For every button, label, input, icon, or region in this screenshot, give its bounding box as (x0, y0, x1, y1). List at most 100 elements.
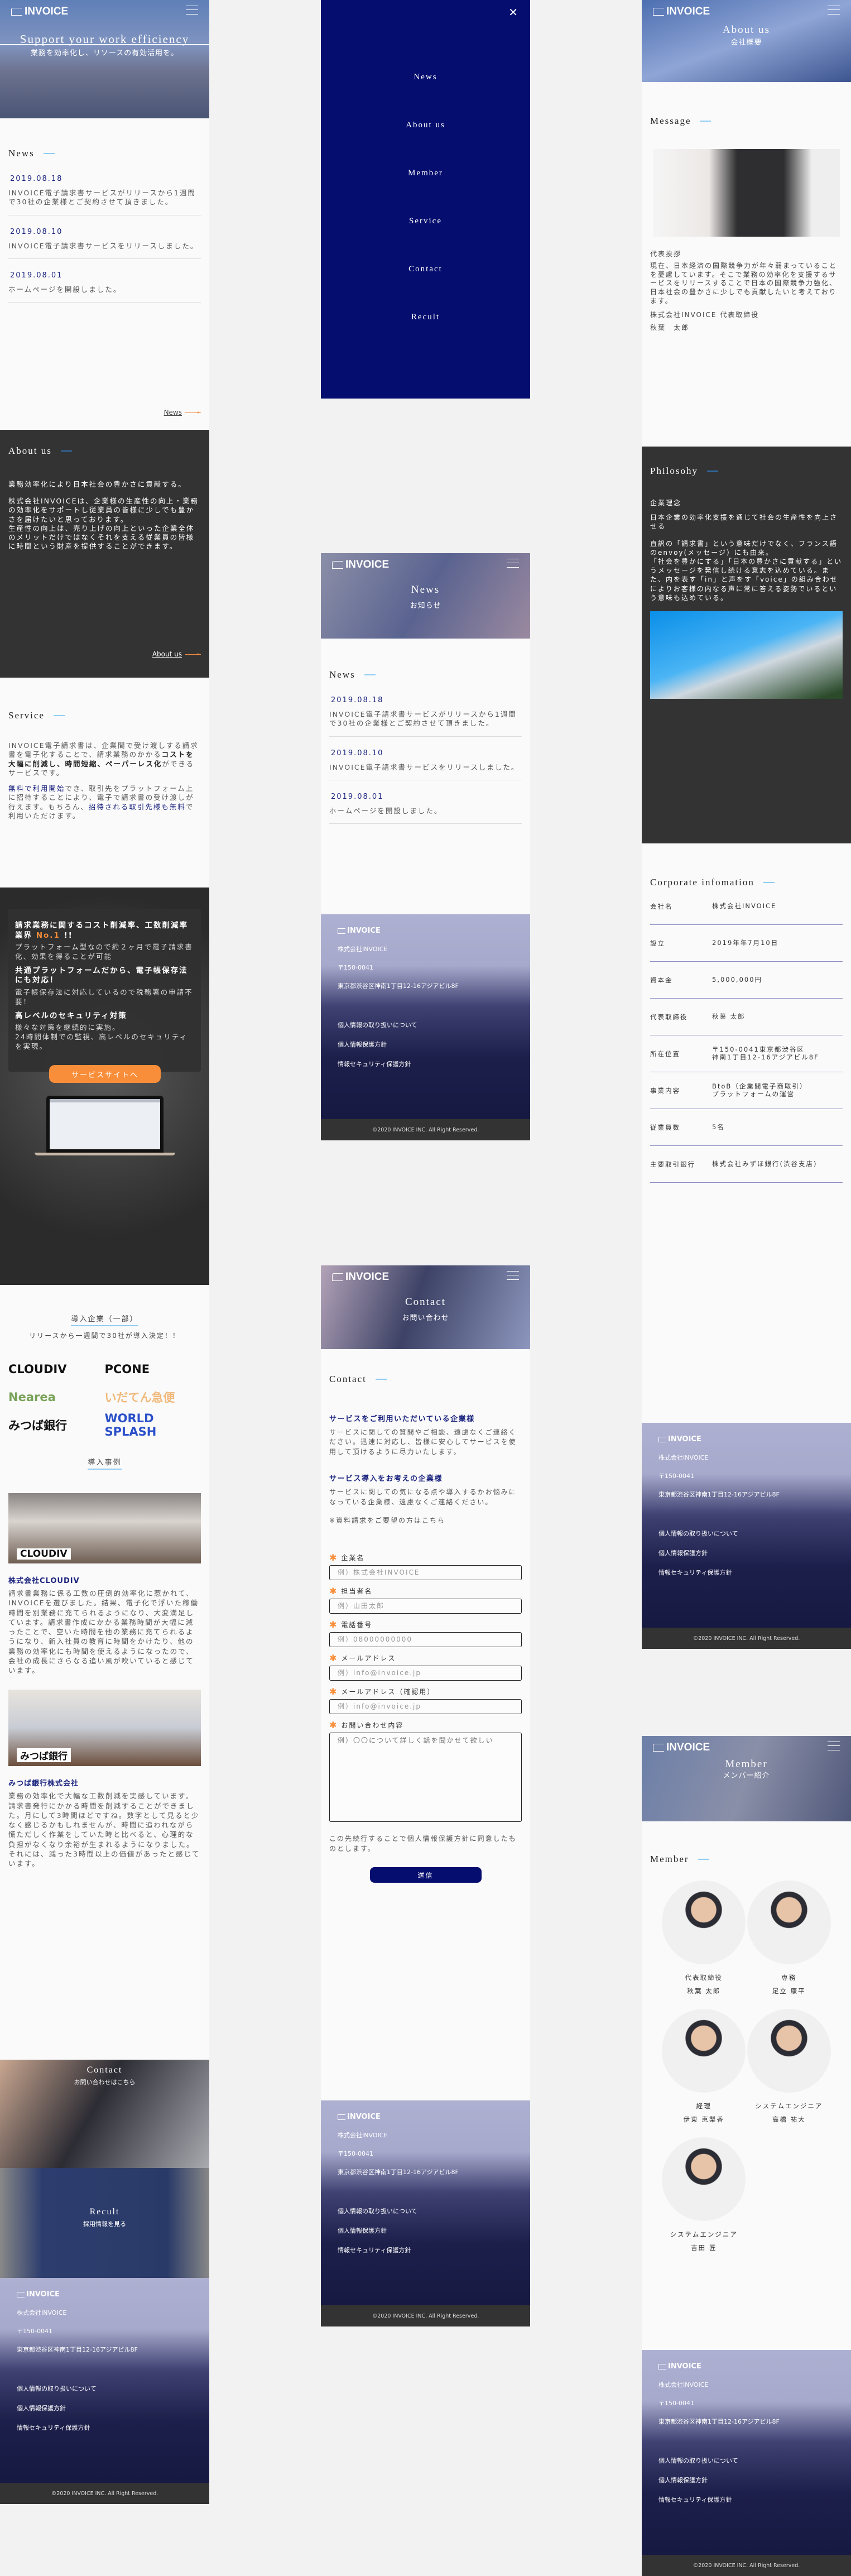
footer-logo[interactable]: INVOICE (17, 2290, 193, 2299)
site-logo[interactable]: INVOICE (332, 1271, 389, 1283)
footer-link-security-policy[interactable]: 情報セキュリティ保護方針 (338, 1059, 513, 1068)
field-label: ✱ メールアドレス（確認用） (329, 1686, 435, 1697)
service-heading: Service (8, 710, 201, 721)
news-item[interactable]: 2019.08.10 INVOICE電子請求書サービスをリリースしました。 (329, 749, 522, 780)
form-input-box[interactable]: 例）山田太郎 (329, 1599, 522, 1614)
menu-item[interactable]: News (321, 73, 530, 121)
menu-item[interactable]: Service (321, 217, 530, 265)
corporate-row: 資本金 5,000,000円 (650, 962, 843, 999)
hamburger-menu-icon[interactable] (507, 1271, 519, 1280)
form-input-box[interactable]: 例）info@invoice.jp (329, 1666, 522, 1681)
form-field: ✱ 企業名例）株式会社INVOICE (329, 1552, 522, 1581)
footer-link-security-policy[interactable]: 情報セキュリティ保護方針 (658, 1568, 834, 1577)
contact-banner[interactable]: Contact お問い合わせはこちら (0, 2060, 209, 2168)
news-item[interactable]: 2019.08.01 ホームページを開設しました。 (329, 793, 522, 824)
menu-item[interactable]: Recult (321, 313, 530, 361)
footer-link-privacy-handling[interactable]: 個人情報の取り扱いについて (658, 2456, 834, 2465)
news-heading: News (8, 148, 201, 159)
member-avatar (662, 1881, 746, 1964)
footer-link-privacy-policy[interactable]: 個人情報保護方針 (658, 1548, 834, 1557)
site-footer: INVOICE 株式会社INVOICE 〒150-0041 東京都渋谷区神南1丁… (321, 2100, 530, 2305)
brochure-request-link[interactable]: ※資料請求をご要望の方はこちら (329, 1516, 522, 1526)
footer-company: 株式会社INVOICE (658, 2381, 709, 2388)
logo-icon (338, 928, 345, 934)
news-date: 2019.08.10 (331, 749, 384, 757)
member-role: 専務 (781, 1974, 797, 1982)
feature-text: プラットフォーム型なので約２ヶ月で電子請求書化、効果を得ることが可能 (15, 943, 193, 961)
site-logo[interactable]: INVOICE (11, 6, 68, 18)
footer-link-privacy-handling[interactable]: 個人情報の取り扱いについて (338, 2206, 513, 2215)
form-input-box[interactable]: 例）info@invoice.jp (329, 1699, 522, 1715)
required-asterisk-icon: ✱ (329, 1552, 338, 1563)
hamburger-menu-icon[interactable] (507, 559, 519, 568)
feature-title: 請求業務に関するコスト削減率、工数削減率 業界 No.1 !! (15, 921, 197, 940)
case-testimonial: 業務の効率化で大幅な工数削減を実感しています。請求書発行にかかる時間を削減するこ… (8, 1792, 200, 1868)
member-role: システムエンジニア (755, 2102, 823, 2110)
about-more-link[interactable]: About us (152, 650, 201, 658)
form-input[interactable] (330, 1633, 521, 1647)
message-textarea[interactable] (329, 1733, 522, 1822)
buildings-photo (650, 611, 843, 699)
service-site-button[interactable]: サービスサイトへ (49, 1065, 161, 1083)
form-input[interactable] (330, 1700, 521, 1714)
footer-link-security-policy[interactable]: 情報セキュリティ保護方針 (338, 2246, 513, 2254)
news-item[interactable]: 2019.08.01 ホームページを開設しました。 (8, 271, 201, 303)
footer-link-security-policy[interactable]: 情報セキュリティ保護方針 (17, 2423, 193, 2432)
invited-free-link[interactable]: 招待される取引先様も無料 (89, 803, 186, 811)
footer-logo[interactable]: INVOICE (338, 2113, 513, 2121)
case-image-mitsuba: みつば銀行 (8, 1690, 201, 1767)
form-input-box[interactable]: 例）08000000000 (329, 1632, 522, 1648)
menu-item[interactable]: Member (321, 169, 530, 217)
close-icon[interactable]: ✕ (508, 6, 518, 20)
site-footer: INVOICE 株式会社INVOICE 〒150-0041 東京都渋谷区神南1丁… (642, 2350, 851, 2555)
hamburger-menu-icon[interactable] (828, 1742, 840, 1750)
news-text: ホームページを開設しました。 (8, 285, 201, 303)
footer-link-privacy-policy[interactable]: 個人情報保護方針 (658, 2476, 834, 2484)
footer-link-privacy-policy[interactable]: 個人情報保護方針 (17, 2404, 193, 2412)
form-input[interactable] (330, 1666, 521, 1681)
menu-item[interactable]: About us (321, 121, 530, 169)
news-more-link[interactable]: News (164, 409, 201, 416)
about-section: About us 業務効率化により日本社会の豊かさに貢献する。 株式会社INVO… (0, 430, 209, 678)
corporate-label: 資本金 (650, 976, 673, 984)
site-logo[interactable]: INVOICE (653, 6, 710, 18)
corporate-row: 所在位置 〒150-0041東京都渋谷区 神南1丁目12-16アジアビル8F (650, 1035, 843, 1072)
page-title: About us (722, 24, 771, 36)
contact-page: INVOICE Contact お問い合わせ Contact サービスをご利用い… (321, 1265, 530, 2326)
footer-logo[interactable]: INVOICE (338, 927, 513, 935)
footer-link-security-policy[interactable]: 情報セキュリティ保護方針 (658, 2495, 834, 2504)
news-item[interactable]: 2019.08.18 INVOICE電子請求書サービスがリリースから1週間で30社… (8, 175, 201, 215)
footer-logo[interactable]: INVOICE (658, 1435, 834, 1443)
field-label: ✱ 企業名 (329, 1552, 365, 1563)
menu-item[interactable]: Contact (321, 265, 530, 313)
about-lead: 業務効率化により日本社会の豊かさに貢献する。 (8, 480, 186, 488)
field-label: ✱ お問い合わせ内容 (329, 1720, 404, 1731)
form-input[interactable] (330, 1599, 521, 1614)
submit-button[interactable]: 送信 (369, 1867, 482, 1883)
news-item[interactable]: 2019.08.10 INVOICE電子請求書サービスをリリースしました。 (8, 228, 201, 259)
news-date: 2019.08.18 (10, 175, 63, 183)
form-input-box[interactable]: 例）株式会社INVOICE (329, 1565, 522, 1581)
footer-link-privacy-policy[interactable]: 個人情報保護方針 (338, 1040, 513, 1049)
member-card: 代表取締役 秋葉 太郎 (661, 1881, 747, 1995)
case-logo: みつば銀行 (17, 1748, 71, 1763)
site-logo[interactable]: INVOICE (332, 559, 389, 571)
footer-link-privacy-handling[interactable]: 個人情報の取り扱いについて (658, 1529, 834, 1538)
philosophy-subheading: 企業理念 (650, 499, 682, 507)
hamburger-menu-icon[interactable] (186, 6, 198, 15)
footer-link-privacy-handling[interactable]: 個人情報の取り扱いについて (17, 2384, 193, 2393)
footer-address: 東京都渋谷区神南1丁目12-16アジアビル8F (658, 2418, 780, 2425)
corporate-row: 代表取締役 秋葉 太郎 (650, 999, 843, 1035)
corporate-label: 所在位置 (650, 1049, 680, 1058)
footer-link-privacy-handling[interactable]: 個人情報の取り扱いについて (338, 1020, 513, 1029)
recruit-banner[interactable]: Recult 採用情報を見る (0, 2168, 209, 2278)
free-start-link[interactable]: 無料で利用開始 (8, 784, 65, 793)
site-logo[interactable]: INVOICE (653, 1742, 710, 1754)
news-item[interactable]: 2019.08.18 INVOICE電子請求書サービスがリリースから1週間で30社… (329, 696, 522, 737)
hamburger-menu-icon[interactable] (828, 6, 840, 15)
feature-title: 高レベルのセキュリティ対策 (15, 1011, 127, 1020)
footer-logo[interactable]: INVOICE (658, 2362, 834, 2371)
form-input[interactable] (330, 1566, 521, 1580)
clients-section: 導入企業（一部） リリースから一週間で30社が導入決定！！ CLOUDIV PCO… (0, 1285, 209, 2060)
footer-link-privacy-policy[interactable]: 個人情報保護方針 (338, 2226, 513, 2235)
